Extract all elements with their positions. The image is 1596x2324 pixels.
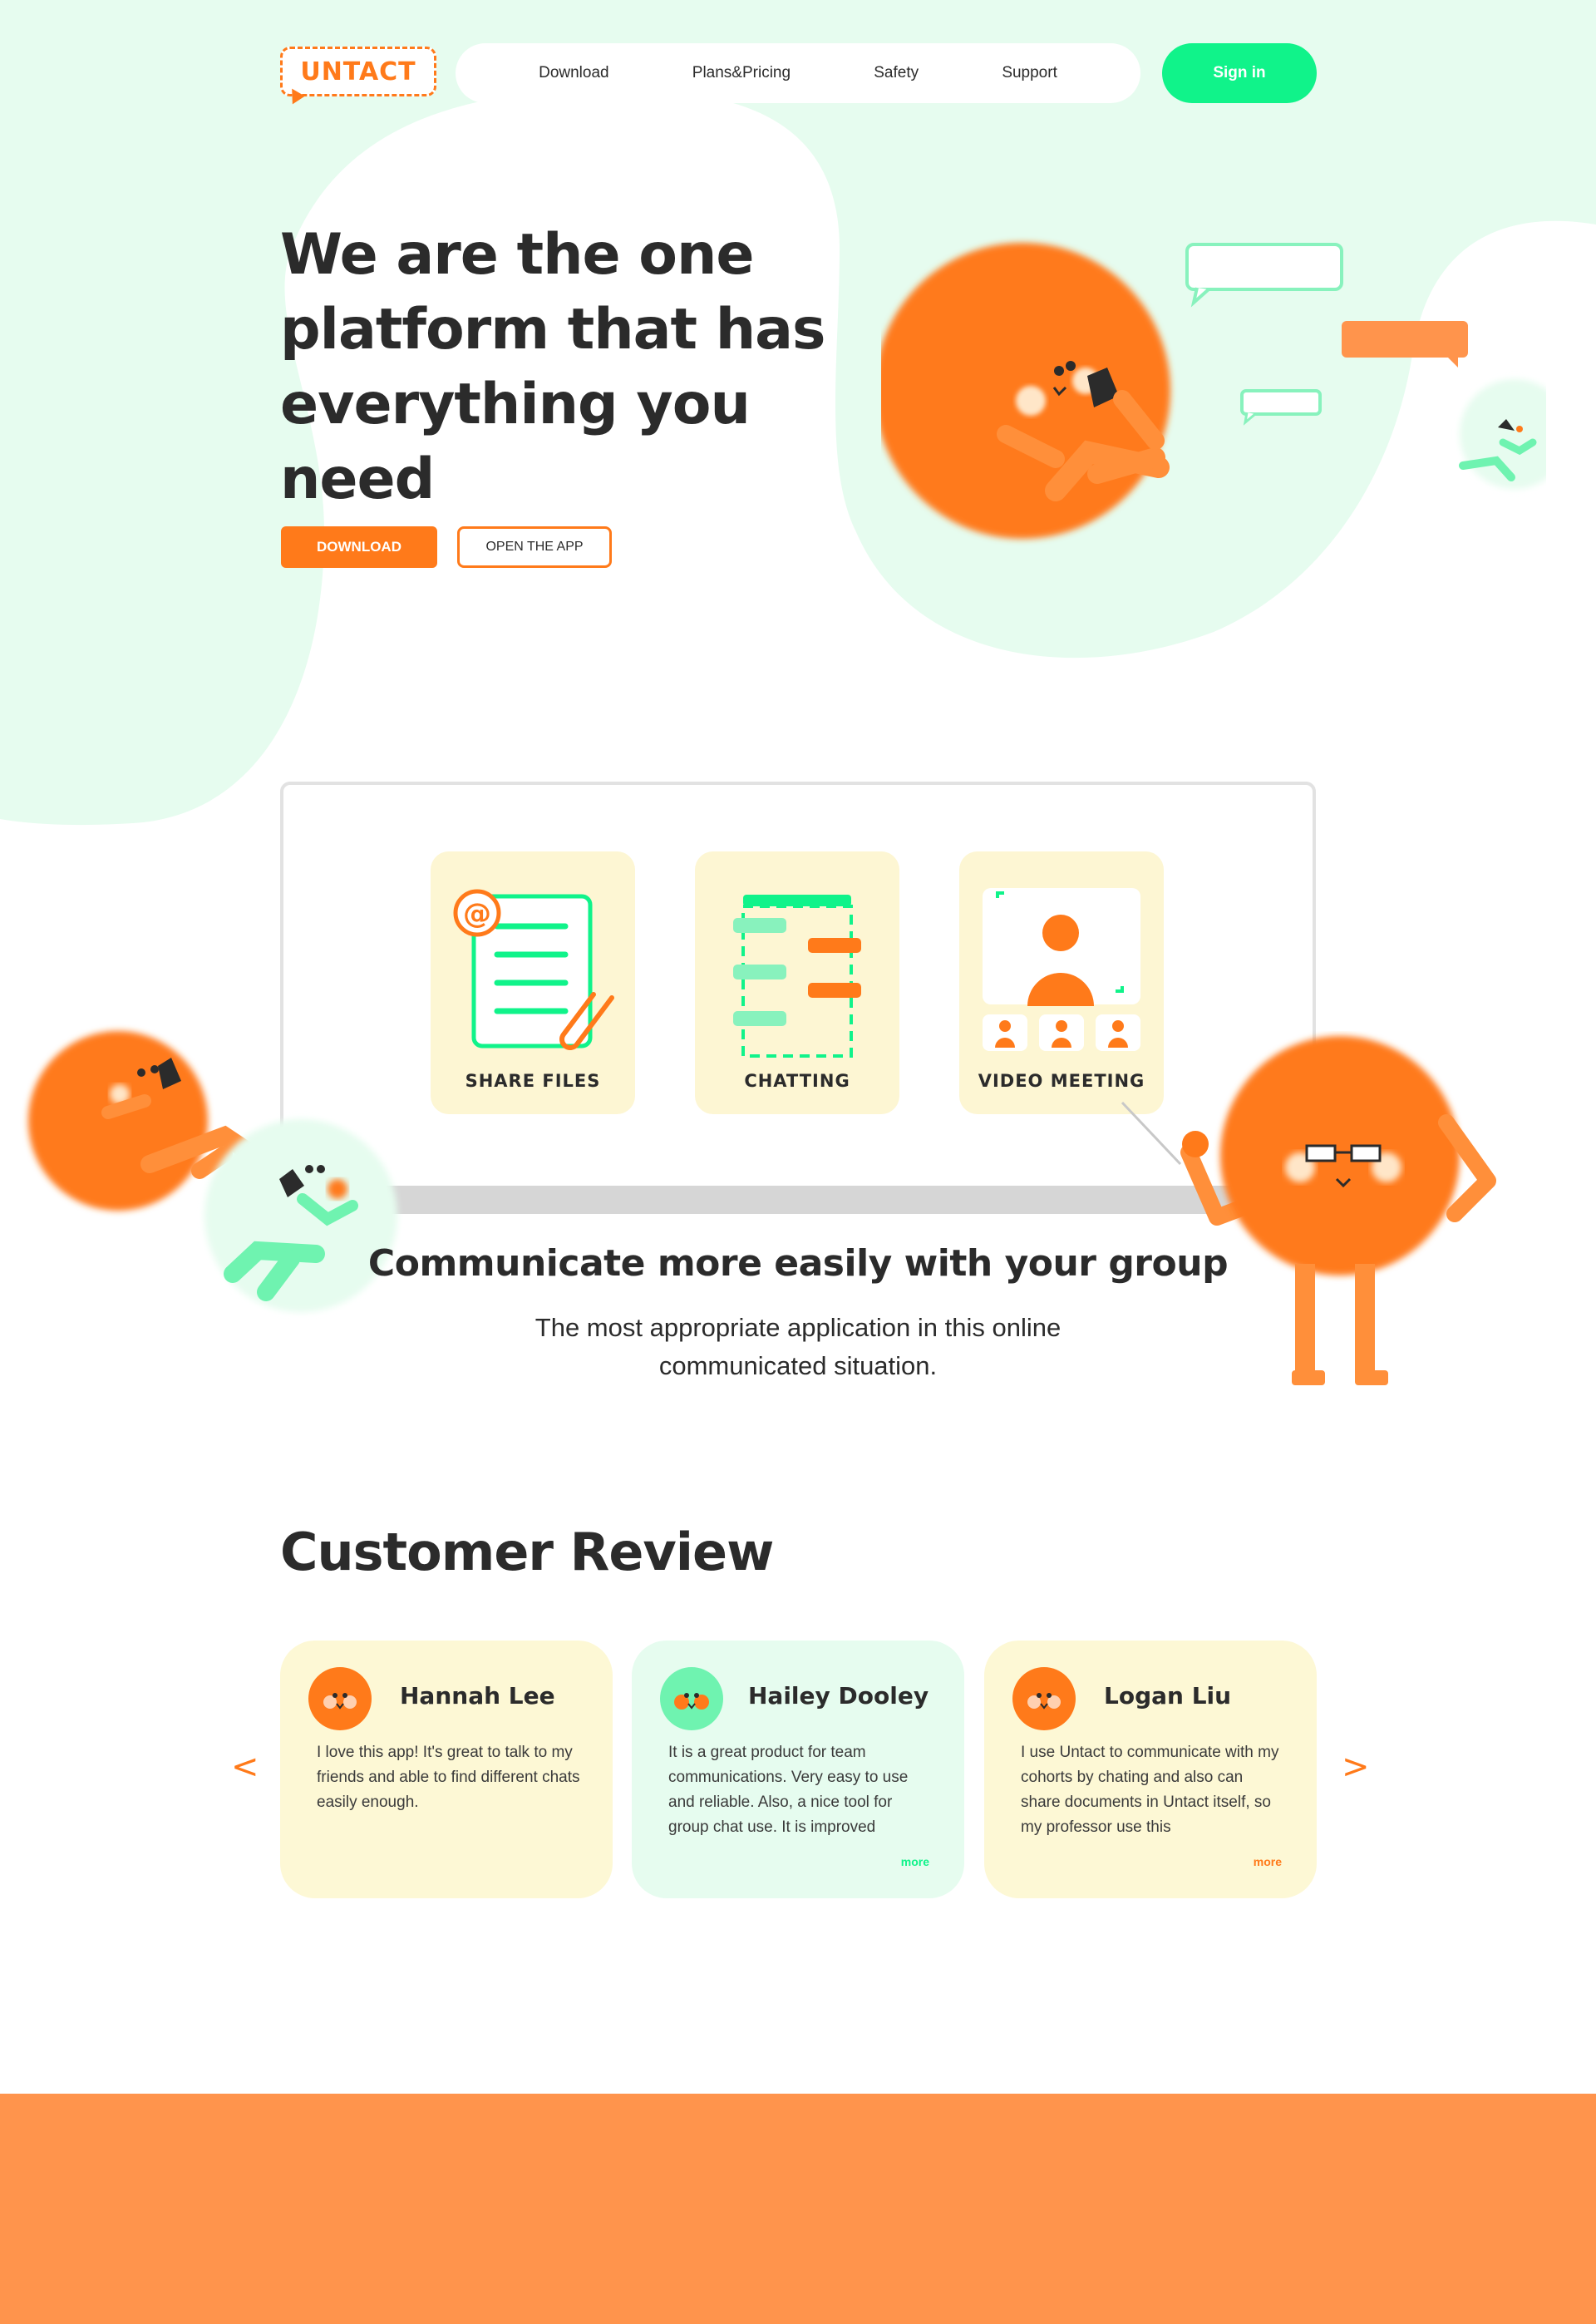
footer [0, 2094, 1596, 2324]
top-nav: Download Plans&Pricing Safety Support [456, 43, 1140, 103]
download-button[interactable]: DOWNLOAD [281, 526, 437, 568]
features-heading: Communicate more easily with your group [367, 1242, 1229, 1285]
more-link[interactable]: more [901, 1855, 929, 1868]
features-subtext-line-2: communicated situation. [658, 1351, 938, 1380]
reviewer-name: Hannah Lee [400, 1682, 555, 1710]
open-app-button[interactable]: OPEN THE APP [457, 526, 612, 568]
sign-in-button[interactable]: Sign in [1162, 43, 1317, 103]
avatar [1012, 1667, 1076, 1730]
next-review-arrow-icon[interactable]: > [1342, 1748, 1370, 1786]
reviewer-name: Hailey Dooley [748, 1682, 929, 1710]
nav-safety[interactable]: Safety [874, 64, 919, 82]
speech-bubble-icon [1342, 321, 1468, 358]
review-text: I love this app! It's great to talk to m… [317, 1744, 580, 1811]
avatar [308, 1667, 372, 1730]
nav-download[interactable]: Download [539, 64, 609, 82]
hero-title-line-3: everything you need [280, 372, 751, 512]
feature-chatting[interactable]: CHATTING [695, 851, 899, 1114]
svg-text:@: @ [463, 897, 491, 930]
untact-logo[interactable]: UNTACT [280, 47, 436, 96]
hero-illustration [881, 243, 1546, 539]
speech-bubble-icon [1240, 389, 1322, 416]
feature-label: SHARE FILES [465, 1071, 601, 1091]
hero-title: We are the one platform that has everyth… [280, 218, 879, 517]
hero-title-line-1: We are the one [280, 222, 755, 288]
prev-review-arrow-icon[interactable]: < [231, 1748, 259, 1786]
feature-share-files[interactable]: @ SHARE FILES [431, 851, 635, 1114]
review-text: It is a great product for team communica… [668, 1744, 909, 1836]
presenter-character-illustration [1121, 1036, 1496, 1385]
review-text: I use Untact to communicate with my coho… [1021, 1744, 1279, 1836]
more-link[interactable]: more [1254, 1855, 1282, 1868]
review-card: Hannah Lee I love this app! It's great t… [280, 1641, 613, 1898]
review-card: Logan Liu I use Untact to communicate wi… [984, 1641, 1317, 1898]
speech-bubble-icon [1185, 243, 1343, 291]
features-subtext: The most appropriate application in this… [466, 1309, 1130, 1385]
avatar [660, 1667, 723, 1730]
features-subtext-line-1: The most appropriate application in this… [534, 1313, 1062, 1342]
customer-review-heading: Customer Review [280, 1522, 774, 1582]
feature-label: CHATTING [744, 1071, 850, 1091]
nav-plans-pricing[interactable]: Plans&Pricing [692, 64, 791, 82]
review-card: Hailey Dooley It is a great product for … [632, 1641, 964, 1898]
reviewer-name: Logan Liu [1104, 1682, 1232, 1710]
hero-title-line-2: platform that has [280, 297, 826, 363]
nav-support[interactable]: Support [1002, 64, 1057, 82]
